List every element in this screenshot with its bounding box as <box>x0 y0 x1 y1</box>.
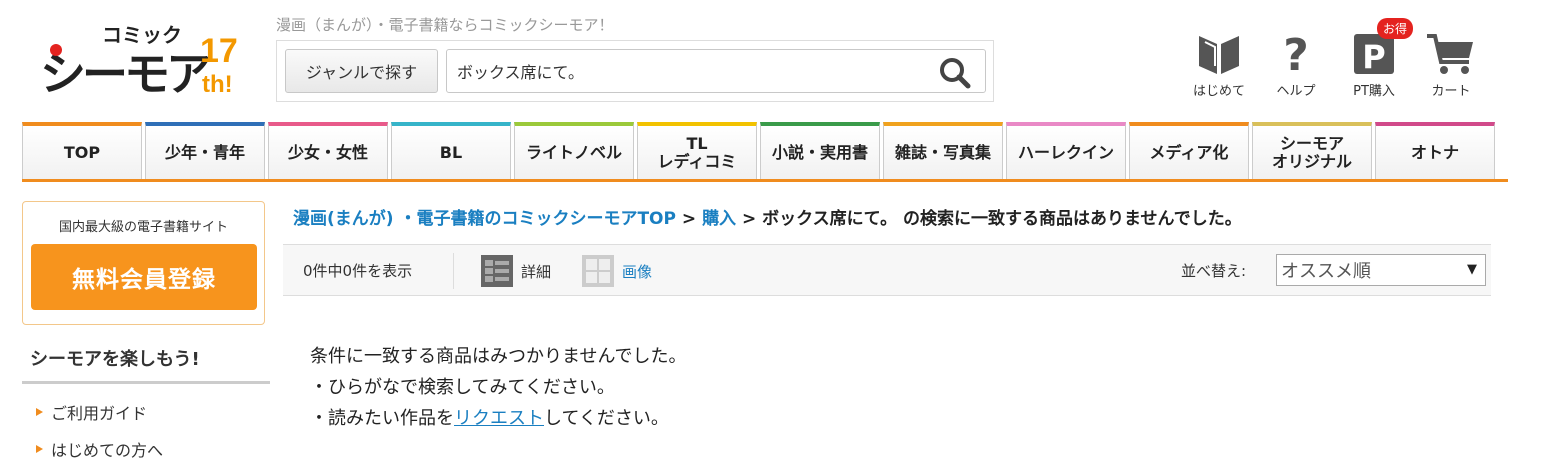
view-image-label: 画像 <box>622 262 653 281</box>
search-input[interactable]: ボックス席にて。 <box>446 49 986 93</box>
svg-text:P: P <box>1362 38 1385 76</box>
triangle-right-icon <box>36 445 43 453</box>
breadcrumb-buy-link[interactable]: 購入 <box>702 209 736 229</box>
site-tagline: 漫画（まんが）・電子書籍ならコミックシーモア！ <box>276 16 614 34</box>
toolbar-divider <box>453 253 454 289</box>
logo-dot-icon <box>50 44 62 56</box>
hint-request-suffix: してください。 <box>544 408 669 429</box>
nav-tab-harlequin[interactable]: ハーレクイン <box>1006 122 1126 179</box>
hint-hiragana: ・ひらがなで検索してみてください。 <box>310 377 615 398</box>
triangle-right-icon <box>36 408 43 416</box>
nav-tab-novel-practical[interactable]: 小説・実用書 <box>760 122 880 179</box>
request-link[interactable]: リクエスト <box>454 408 544 429</box>
sort-label: 並べ替え: <box>1181 262 1247 280</box>
sidebar-heading: シーモアを楽しもう! <box>22 345 270 384</box>
register-panel: 国内最大級の電子書籍サイト 無料会員登録 <box>22 201 265 325</box>
help-icon: ? <box>1283 30 1309 76</box>
nav-tab-magazine-photo[interactable]: 雑誌・写真集 <box>883 122 1003 179</box>
result-count: 0件中0件を表示 <box>303 262 413 280</box>
nav-tab-tl-ladies-comic[interactable]: TL レディコミ <box>637 122 757 179</box>
beginner-icon <box>1199 36 1239 74</box>
breadcrumb-separator: > <box>736 209 763 229</box>
points-purchase-label: PT購入 <box>1353 84 1395 99</box>
sort-select[interactable]: オススメ順 ▼ <box>1276 254 1486 286</box>
register-caption: 国内最大級の電子書籍サイト <box>58 220 228 235</box>
nav-tab-shonen-seinen[interactable]: 少年・青年 <box>145 122 265 179</box>
cart-link[interactable]: カート <box>1416 30 1486 99</box>
no-results-message: 条件に一致する商品はみつかりませんでした。 <box>310 346 687 367</box>
genre-search-button[interactable]: ジャンルで探す <box>285 49 438 93</box>
hint-request: ・読みたい作品をリクエストしてください。 <box>310 404 669 430</box>
beginner-link[interactable]: はじめて <box>1184 30 1254 99</box>
sidebar-link-label: はじめての方へ <box>51 441 164 460</box>
breadcrumb-separator: > <box>675 209 703 229</box>
nav-tab-top[interactable]: TOP <box>22 122 142 179</box>
logo-anniversary-suffix: th! <box>202 71 233 98</box>
search-input-value: ボックス席にて。 <box>457 63 585 82</box>
logo-top-text: コミック <box>102 24 182 47</box>
cart-label: カート <box>1431 84 1471 99</box>
svg-text:?: ? <box>1283 30 1309 76</box>
grid-view-icon <box>582 255 614 287</box>
nav-tab-bl[interactable]: BL <box>391 122 511 179</box>
list-view-icon <box>481 255 513 287</box>
breadcrumb: 漫画(まんが) ・電子書籍のコミックシーモアTOP > 購入 > ボックス席にて… <box>293 204 1242 229</box>
hint-request-prefix: ・読みたい作品を <box>310 408 454 429</box>
free-register-button[interactable]: 無料会員登録 <box>31 244 257 310</box>
results-toolbar: 0件中0件を表示 詳細 画像 並べ替え: オススメ順 ▼ <box>283 244 1491 296</box>
nav-tab-light-novel[interactable]: ライトノベル <box>514 122 634 179</box>
beginner-label: はじめて <box>1192 84 1245 99</box>
view-detail-toggle[interactable]: 詳細 <box>481 255 551 287</box>
view-image-toggle[interactable]: 画像 <box>582 255 652 287</box>
logo-main-text: シーモア <box>40 48 210 100</box>
breadcrumb-current: ボックス席にて。 の検索に一致する商品はありませんでした。 <box>762 209 1242 229</box>
help-label: ヘルプ <box>1276 84 1316 99</box>
sidebar-link-label: ご利用ガイド <box>51 404 148 423</box>
sort-selected-value: オススメ順 <box>1281 261 1371 282</box>
logo-anniversary-number: 17 <box>200 32 238 70</box>
view-detail-label: 詳細 <box>521 262 552 281</box>
nav-tab-original[interactable]: シーモア オリジナル <box>1252 122 1372 179</box>
breadcrumb-home-link[interactable]: 漫画(まんが) ・電子書籍のコミックシーモアTOP <box>293 209 676 229</box>
site-logo[interactable]: コミック シーモア 17 th! <box>40 20 255 100</box>
nav-tab-shojo-josei[interactable]: 少女・女性 <box>268 122 388 179</box>
sidebar-link-beginners[interactable]: はじめての方へ <box>36 437 163 460</box>
dropdown-arrow-icon: ▼ <box>1467 262 1477 277</box>
nav-tab-media[interactable]: メディア化 <box>1129 122 1249 179</box>
deal-badge: お得 <box>1377 18 1414 39</box>
search-icon[interactable] <box>939 57 971 89</box>
search-area: ジャンルで探す ボックス席にて。 <box>276 40 994 102</box>
sidebar-link-guide[interactable]: ご利用ガイド <box>36 400 147 424</box>
cart-icon <box>1427 34 1473 74</box>
help-link[interactable]: ? ヘルプ <box>1261 30 1331 99</box>
nav-tab-adult[interactable]: オトナ <box>1375 122 1495 179</box>
category-nav: TOP 少年・青年 少女・女性 BL ライトノベル TL レディコミ 小説・実用… <box>22 122 1508 182</box>
points-purchase-link[interactable]: お得 P PT購入 <box>1339 18 1414 99</box>
